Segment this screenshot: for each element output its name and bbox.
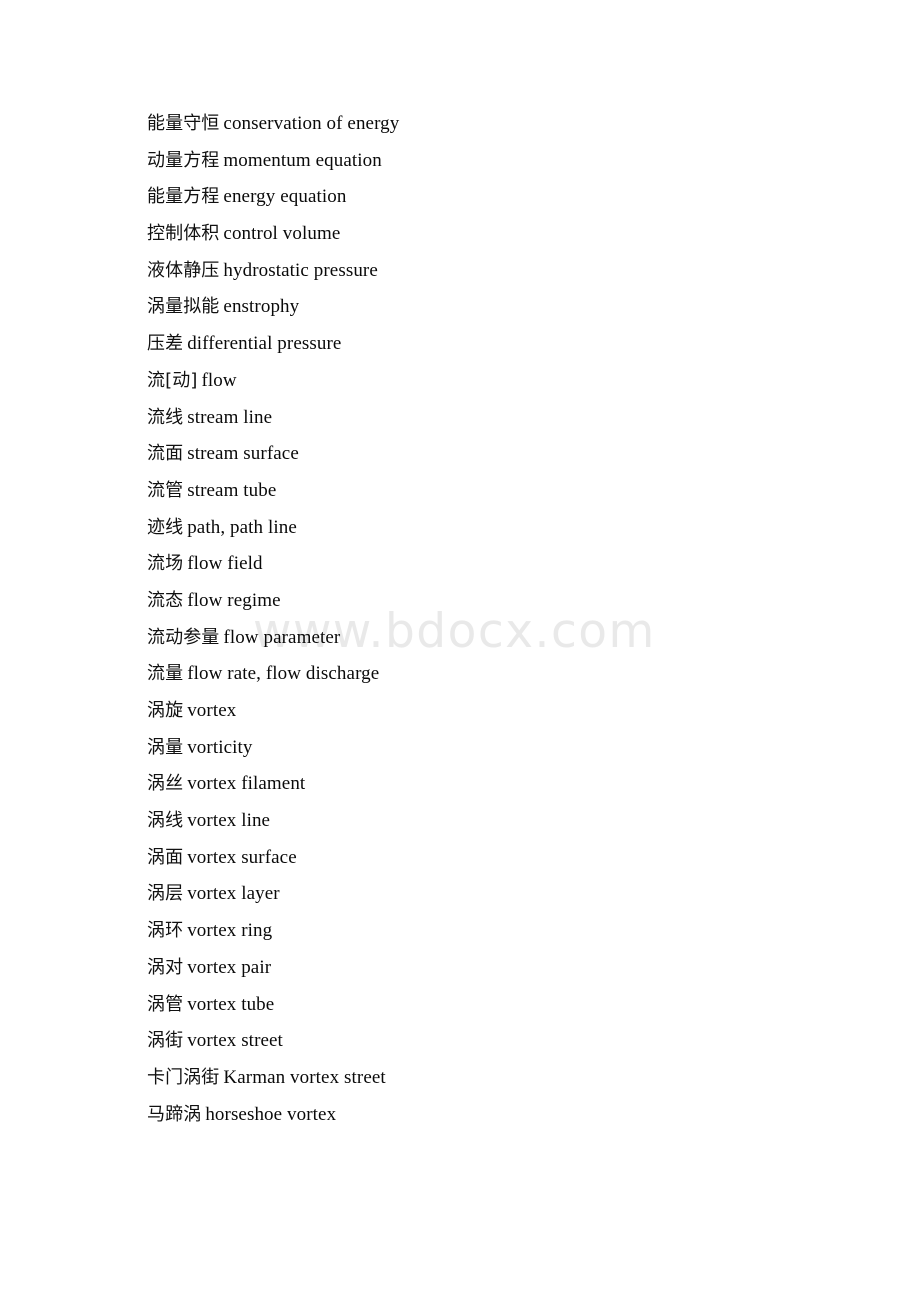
glossary-term-english: conservation of energy <box>223 113 400 134</box>
glossary-entry: 流[动] flow <box>147 363 847 400</box>
glossary-term-english: stream line <box>187 406 273 428</box>
glossary-entry: 涡线 vortex line <box>147 803 847 840</box>
glossary-entry: 卡门涡街 Karman vortex street <box>147 1060 847 1097</box>
glossary-entry: 流动参量 flow parameter <box>147 620 847 657</box>
glossary-term-english: vortex surface <box>187 846 297 868</box>
glossary-entry: 流场 flow field <box>147 546 847 583</box>
glossary-term-chinese: 迹线 <box>147 516 184 538</box>
glossary-term-english: horseshoe vortex <box>205 1103 337 1125</box>
glossary-term-english: differential pressure <box>187 333 342 355</box>
glossary-term-chinese: 流态 <box>147 589 184 611</box>
glossary-term-english: vortex ring <box>187 920 273 942</box>
glossary-term-chinese: 马蹄涡 <box>147 1103 202 1125</box>
document-page: www.bdocx.com 能量守恒 conservation of energy… <box>0 0 920 1302</box>
glossary-term-chinese: 动量方程 <box>147 149 220 171</box>
glossary-term-chinese: 流线 <box>147 406 184 428</box>
glossary-term-chinese: 控制体积 <box>147 223 220 245</box>
glossary-entry: 流线 stream line <box>147 400 847 437</box>
glossary-entry: 涡量拟能 enstrophy <box>147 289 847 326</box>
glossary-entry: 涡面 vortex surface <box>147 840 847 877</box>
glossary-term-chinese: 涡环 <box>147 920 184 942</box>
glossary-term-chinese: 流场 <box>147 553 184 575</box>
glossary-term-chinese: 卡门涡街 <box>147 1066 220 1088</box>
glossary-term-english: flow rate, flow discharge <box>187 663 380 685</box>
glossary-term-english: hydrostatic pressure <box>223 259 378 281</box>
glossary-term-english: flow regime <box>187 589 281 611</box>
glossary-term-chinese: 涡街 <box>147 1030 184 1052</box>
glossary-term-english: vortex pair <box>187 956 272 978</box>
glossary-list: 能量守恒 conservation of energy 动量方程 momentum e… <box>147 106 847 1133</box>
glossary-term-english: vortex layer <box>187 883 280 905</box>
glossary-term-chinese: 液体静压 <box>147 259 220 281</box>
glossary-entry: 流面 stream surface <box>147 436 847 473</box>
glossary-term-english: path, path line <box>187 516 297 538</box>
glossary-term-chinese: 流管 <box>147 479 184 501</box>
glossary-term-english: flow parameter <box>223 626 341 648</box>
glossary-term-english: Karman vortex street <box>223 1066 386 1088</box>
glossary-term-chinese: 能量守恒 <box>147 113 220 134</box>
glossary-entry: 能量方程 energy equation <box>147 179 847 216</box>
glossary-term-chinese: 涡量 <box>147 736 184 758</box>
glossary-term-english: control volume <box>223 223 341 245</box>
glossary-entry: 马蹄涡 horseshoe vortex <box>147 1097 847 1134</box>
glossary-entry: 迹线 path, path line <box>147 510 847 547</box>
glossary-entry: 能量守恒 conservation of energy <box>147 106 847 143</box>
glossary-term-english: enstrophy <box>223 296 300 318</box>
glossary-term-chinese: 涡丝 <box>147 773 184 795</box>
glossary-term-chinese: 流动参量 <box>147 626 220 648</box>
glossary-term-chinese: 流面 <box>147 443 184 465</box>
glossary-entry: 压差 differential pressure <box>147 326 847 363</box>
glossary-term-english: vortex filament <box>187 773 306 795</box>
glossary-term-chinese: 涡线 <box>147 810 184 832</box>
glossary-term-english: vortex street <box>187 1030 283 1052</box>
glossary-entry: 涡街 vortex street <box>147 1023 847 1060</box>
glossary-term-english: flow <box>201 369 237 391</box>
glossary-entry: 流态 flow regime <box>147 583 847 620</box>
glossary-entry: 控制体积 control volume <box>147 216 847 253</box>
glossary-entry: 涡层 vortex layer <box>147 876 847 913</box>
glossary-term-chinese: 流量 <box>147 663 184 685</box>
glossary-term-english: momentum equation <box>223 149 382 171</box>
glossary-entry: 涡量 vorticity <box>147 730 847 767</box>
glossary-term-english: vortex line <box>187 810 271 832</box>
glossary-entry: 涡管 vortex tube <box>147 987 847 1024</box>
glossary-term-chinese: 涡管 <box>147 993 184 1015</box>
glossary-entry: 动量方程 momentum equation <box>147 143 847 180</box>
glossary-term-chinese: 涡层 <box>147 883 184 905</box>
glossary-term-english: stream tube <box>187 479 277 501</box>
glossary-term-chinese: 涡面 <box>147 846 184 868</box>
glossary-term-chinese: 涡对 <box>147 956 184 978</box>
glossary-term-chinese: 能量方程 <box>147 186 220 208</box>
glossary-term-english: stream surface <box>187 443 299 465</box>
glossary-term-english: vortex <box>187 700 237 721</box>
glossary-entry: 涡旋 vortex <box>147 693 847 730</box>
glossary-entry: 流管 stream tube <box>147 473 847 510</box>
glossary-term-chinese: 流[动] <box>147 369 198 391</box>
glossary-entry: 涡丝 vortex filament <box>147 766 847 803</box>
glossary-term-english: flow field <box>187 553 263 575</box>
glossary-term-chinese: 压差 <box>147 333 184 355</box>
glossary-entry: 液体静压 hydrostatic pressure <box>147 253 847 290</box>
glossary-entry: 涡对 vortex pair <box>147 950 847 987</box>
glossary-term-english: vorticity <box>187 736 253 758</box>
glossary-entry: 流量 flow rate, flow discharge <box>147 656 847 693</box>
glossary-term-chinese: 涡量拟能 <box>147 296 220 318</box>
glossary-term-english: energy equation <box>223 186 347 208</box>
glossary-term-chinese: 涡旋 <box>147 700 184 721</box>
glossary-term-english: vortex tube <box>187 993 275 1015</box>
glossary-entry: 涡环 vortex ring <box>147 913 847 950</box>
